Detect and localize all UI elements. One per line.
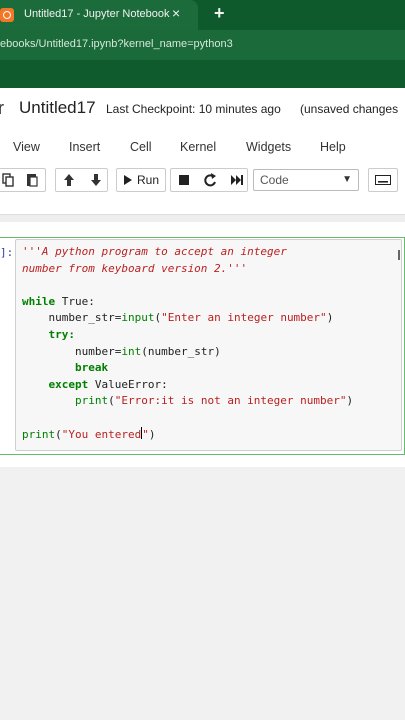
jupyter-favicon-icon — [0, 8, 14, 22]
docstring-line-2: number from keyboard version 2.''' — [22, 261, 248, 275]
menu-view[interactable]: View — [13, 140, 40, 154]
keyword-break: break — [74, 361, 109, 375]
except-clause: ValueError: — [88, 377, 168, 391]
docstring-line-1: '''A python program to accept an integer — [22, 245, 287, 258]
clipboard-icons — [2, 173, 38, 187]
error-string: "Error:it is not an integer number" — [114, 394, 347, 408]
var-number: number — [74, 344, 115, 358]
close-tab-icon[interactable]: × — [172, 5, 180, 21]
menu-insert[interactable]: Insert — [69, 140, 100, 154]
move-button-group — [55, 168, 108, 192]
builtin-int: int — [121, 344, 142, 358]
keyword-while: while — [22, 294, 56, 308]
notebook-header: r Untitled17 Last Checkpoint: 10 minutes… — [0, 88, 405, 128]
builtin-print-error: print — [74, 394, 109, 408]
builtin-print-result: print — [22, 427, 56, 441]
new-tab-icon[interactable]: + — [214, 3, 225, 24]
keyboard-icon — [375, 175, 391, 185]
unsaved-changes-status: (unsaved changes — [300, 102, 399, 116]
result-string-end: " — [142, 427, 149, 441]
run-button[interactable]: Run — [116, 168, 166, 192]
notebook-empty-area — [0, 467, 405, 720]
toolbar-divider — [0, 214, 405, 222]
input-prompt-string: "Enter an integer number" — [161, 311, 327, 325]
stop-icon[interactable] — [179, 175, 189, 185]
keyword-try: try: — [48, 327, 76, 341]
browser-tab[interactable]: Untitled17 - Jupyter Notebook × — [0, 0, 198, 30]
move-up-icon[interactable] — [64, 174, 74, 186]
run-button-label: Run — [136, 173, 159, 187]
menu-kernel[interactable]: Kernel — [180, 140, 216, 154]
result-string-start: "You entered — [61, 427, 142, 441]
restart-icon[interactable] — [204, 173, 216, 187]
cell-prompt: ]: — [0, 246, 14, 259]
cell-type-value: Code — [260, 173, 289, 187]
bookmarks-strip — [0, 60, 405, 88]
var-number-str: number_str — [48, 311, 115, 325]
while-condition: True: — [55, 294, 95, 308]
browser-tab-bar: Untitled17 - Jupyter Notebook × + — [0, 0, 405, 30]
move-icons — [64, 174, 101, 186]
keyword-except: except — [48, 377, 89, 391]
keyboard-shortcuts-button[interactable] — [368, 168, 398, 192]
paste-icon[interactable] — [27, 174, 38, 187]
builtin-input: input — [121, 311, 155, 325]
menu-help[interactable]: Help — [320, 140, 346, 154]
run-icon — [123, 175, 132, 185]
tab-title: Untitled17 - Jupyter Notebook — [24, 8, 170, 20]
notebook-title[interactable]: Untitled17 — [19, 98, 96, 118]
copy-icon[interactable] — [2, 173, 14, 187]
code-text[interactable]: '''A python program to accept an integer… — [22, 244, 353, 443]
cell-type-select[interactable]: Code ▼ — [253, 169, 359, 191]
clipboard-button-group — [0, 168, 46, 192]
editor-cursor-marker — [398, 250, 400, 260]
notebook-toolbar: Run Code ▼ — [0, 166, 405, 196]
kernel-icons — [179, 173, 243, 187]
menu-bar: View Insert Cell Kernel Widgets Help — [0, 134, 405, 162]
menu-cell[interactable]: Cell — [130, 140, 152, 154]
move-down-icon[interactable] — [91, 174, 101, 186]
checkpoint-status: Last Checkpoint: 10 minutes ago — [106, 102, 281, 116]
chevron-down-icon: ▼ — [342, 174, 352, 185]
kernel-button-group — [170, 168, 248, 192]
url-text[interactable]: ebooks/Untitled17.ipynb?kernel_name=pyth… — [0, 38, 233, 50]
menu-widgets[interactable]: Widgets — [246, 140, 291, 154]
jupyter-logo-fragment[interactable]: r — [0, 98, 4, 119]
address-bar[interactable]: ebooks/Untitled17.ipynb?kernel_name=pyth… — [0, 30, 405, 60]
int-arg: number_str — [147, 344, 215, 358]
fast-forward-icon[interactable] — [231, 175, 243, 185]
